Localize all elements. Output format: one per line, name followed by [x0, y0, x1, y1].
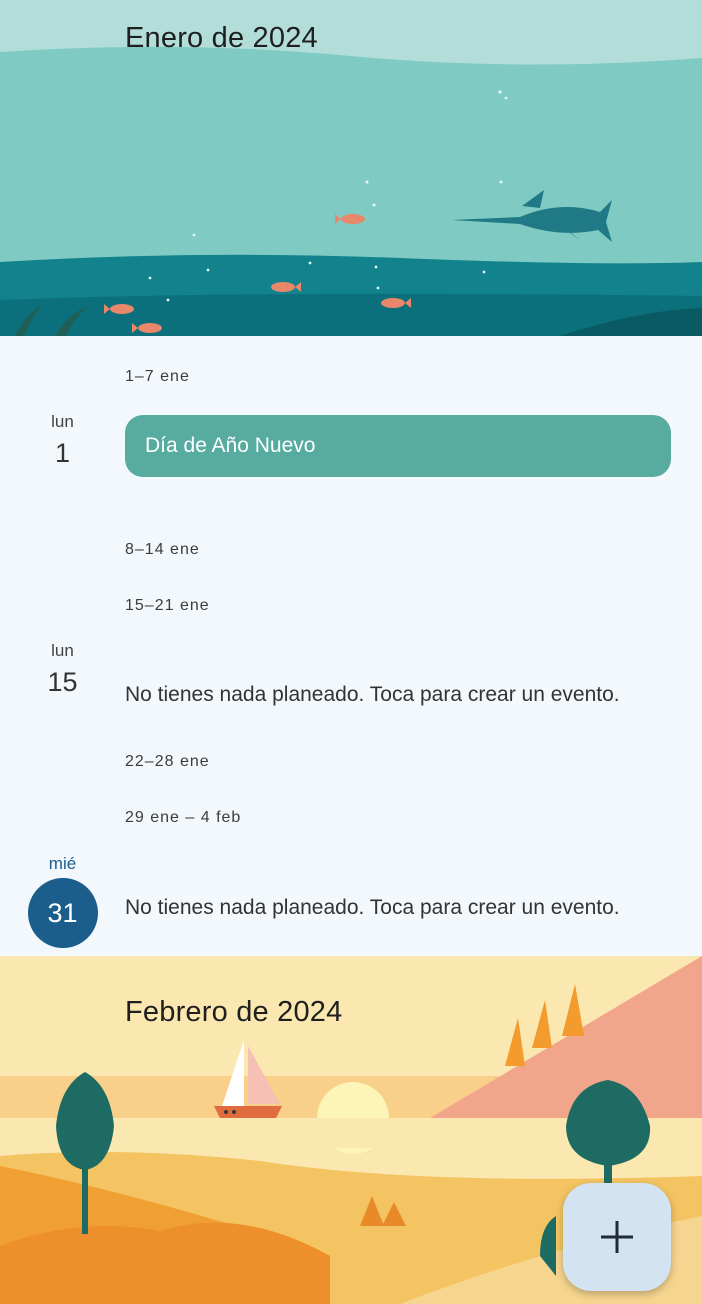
agenda-list[interactable]: 1–7 ene lun 1 Día de Año Nuevo 8–14 ene … [0, 336, 702, 956]
day-number: 15 [47, 667, 78, 697]
week-range: 15–21 ene [125, 597, 210, 614]
event-chip-new-year[interactable]: Día de Año Nuevo [125, 415, 671, 477]
day-of-week: lun [51, 412, 74, 431]
month-title-february: Febrero de 2024 [125, 996, 343, 1028]
week-range: 8–14 ene [125, 541, 200, 558]
ocean-illustration [0, 0, 702, 336]
week-range: 29 ene – 4 feb [125, 809, 242, 826]
day-header-1[interactable]: lun 1 [0, 412, 125, 469]
month-title-january: Enero de 2024 [125, 22, 318, 54]
empty-day-message[interactable]: No tienes nada planeado. Toca para crear… [125, 896, 620, 920]
january-banner: Enero de 2024 [0, 0, 702, 336]
day-number: 1 [54, 438, 71, 468]
week-range: 22–28 ene [125, 753, 210, 770]
day-header-15[interactable]: lun 15 [0, 641, 125, 698]
today-indicator: 31 [27, 878, 98, 948]
day-of-week: lun [51, 641, 74, 660]
create-event-fab[interactable] [563, 1183, 671, 1291]
day-of-week: mié [48, 854, 77, 873]
plus-icon [601, 1221, 633, 1253]
week-range: 1–7 ene [125, 368, 190, 385]
empty-day-message[interactable]: No tienes nada planeado. Toca para crear… [125, 683, 620, 707]
day-header-31-today[interactable]: mié 31 [0, 854, 125, 948]
